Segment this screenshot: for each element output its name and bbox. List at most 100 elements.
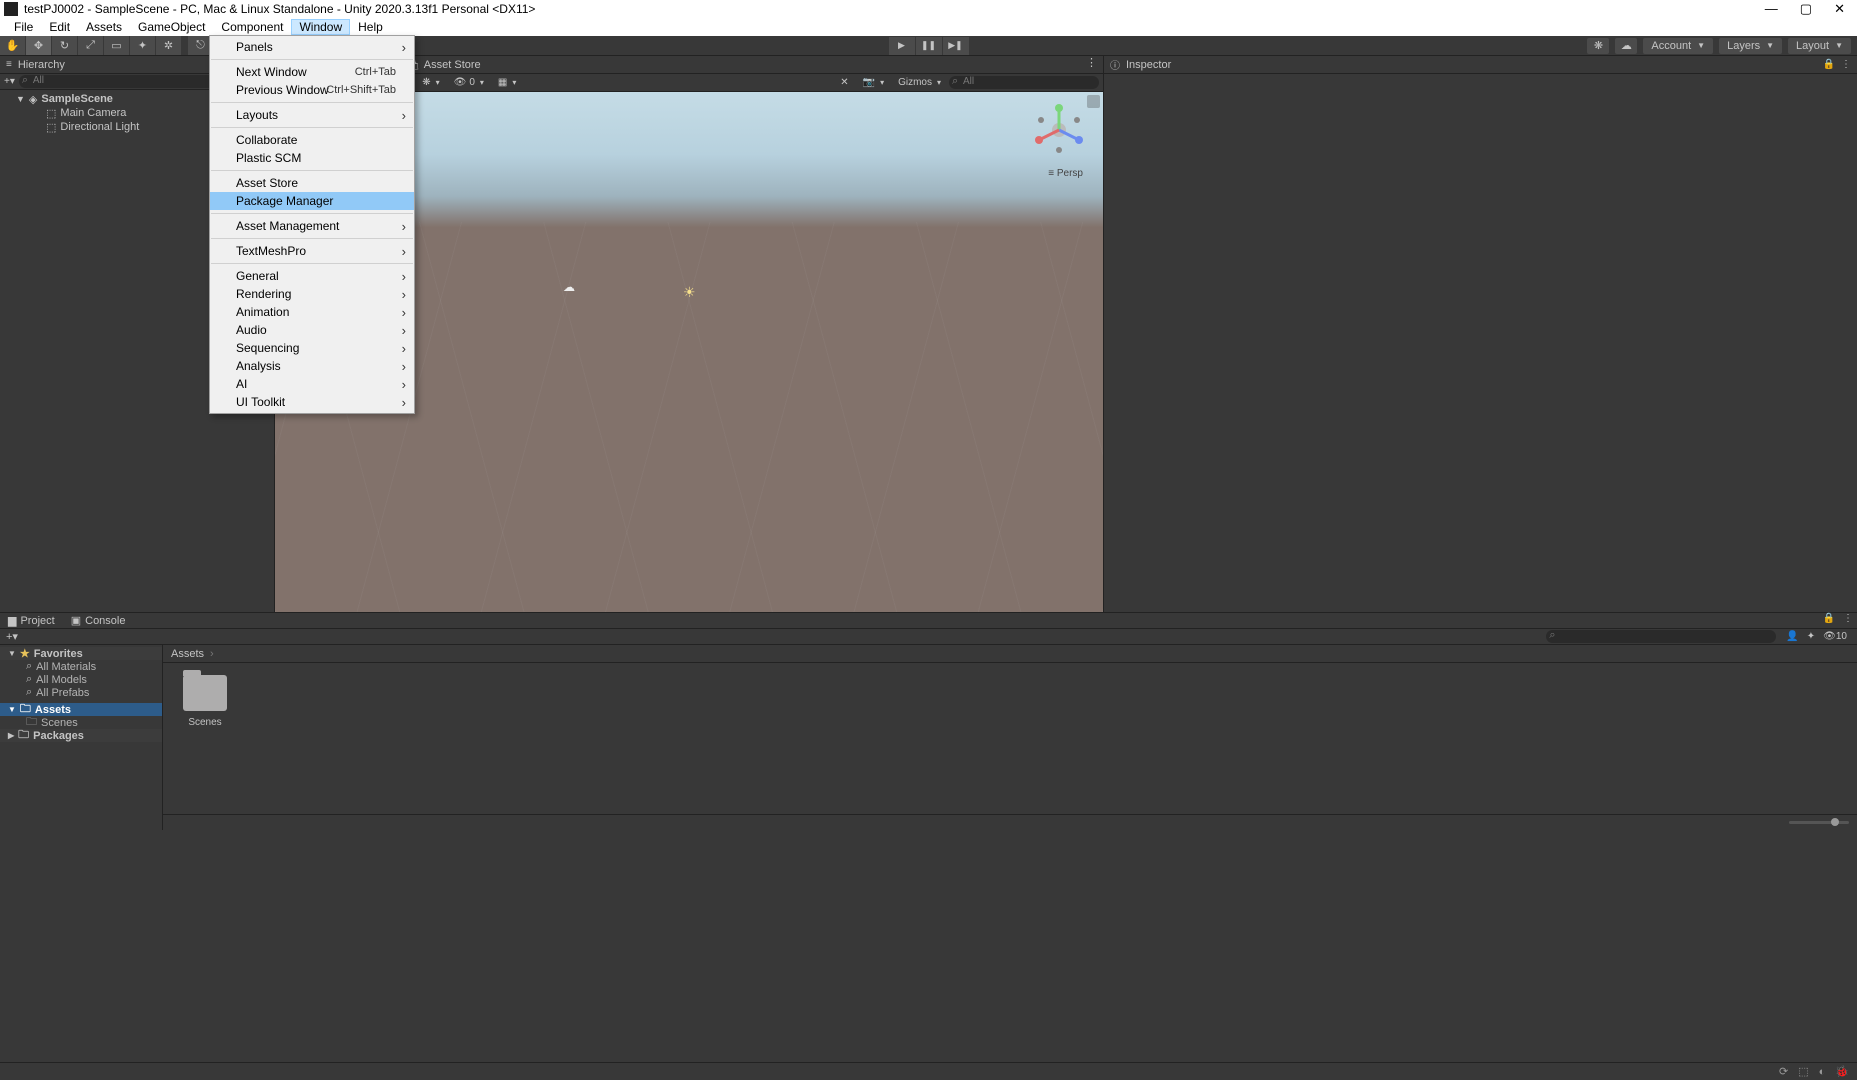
camera-dropdown-icon[interactable]: 📷 [857, 75, 890, 90]
grid-dropdown-icon[interactable]: ▦ [492, 75, 522, 90]
move-tool-icon[interactable]: ✥ [26, 36, 52, 55]
menu-item-next-window[interactable]: Next WindowCtrl+Tab [210, 63, 414, 81]
menu-item-ai[interactable]: AI [210, 375, 414, 393]
tab-console[interactable]: ▣Console [63, 613, 134, 628]
menu-item-ui-toolkit[interactable]: UI Toolkit [210, 393, 414, 411]
tools-icon[interactable]: ✕ [834, 75, 854, 90]
menu-item-plastic-scm[interactable]: Plastic SCM [210, 149, 414, 167]
menu-window[interactable]: Window [291, 19, 350, 35]
folder-label: Scenes [188, 717, 221, 728]
menu-item-package-manager[interactable]: Package Manager [210, 192, 414, 210]
packages-header[interactable]: ▶ 🗀 Packages [0, 729, 162, 742]
orientation-gizmo[interactable] [1031, 102, 1087, 158]
light-gizmo-icon[interactable]: ☀ [683, 284, 696, 301]
cube-icon: ⬚ [46, 107, 56, 120]
favorite-filter-icon[interactable]: ✦ [1803, 631, 1819, 642]
folder-icon [183, 675, 227, 711]
favorites-header[interactable]: ▼ ★ Favorites [0, 647, 162, 660]
gizmos-dropdown[interactable]: Gizmos [892, 75, 947, 90]
play-button[interactable]: ▶ [889, 37, 915, 55]
progress-icon[interactable]: ◐ [1819, 1066, 1826, 1078]
scale-tool-icon[interactable]: ⤢ [78, 36, 104, 55]
menu-item-collaborate[interactable]: Collaborate [210, 131, 414, 149]
panel-menu-icon[interactable]: ⋮ [1841, 59, 1851, 70]
minimize-icon[interactable]: — [1765, 1, 1778, 17]
icon-size-slider[interactable] [1789, 821, 1849, 824]
favorites-item[interactable]: ⌕ All Models [0, 673, 162, 686]
scene-search-input[interactable]: All [949, 76, 1099, 89]
maximize-icon[interactable]: ▢ [1800, 1, 1812, 17]
close-icon[interactable]: ✕ [1834, 1, 1845, 17]
menu-item-rendering[interactable]: Rendering [210, 285, 414, 303]
cache-server-icon[interactable]: ⬚ [1798, 1065, 1808, 1078]
project-search-input[interactable] [1546, 630, 1776, 643]
menu-item-panels[interactable]: Panels [210, 38, 414, 56]
camera-gizmo-icon[interactable]: ☁ [563, 280, 575, 294]
folder-icon: ▆ [8, 614, 16, 627]
window-menu-dropdown: Panels Next WindowCtrl+TabPrevious Window… [209, 35, 415, 414]
hand-tool-icon[interactable]: ✋ [0, 36, 26, 55]
hidden-toggle-icon[interactable]: 👁0 [448, 75, 490, 90]
gameobject-label: Main Camera [60, 107, 126, 119]
menu-item-textmeshpro[interactable]: TextMeshPro [210, 242, 414, 260]
create-dropdown[interactable]: +▾ [6, 630, 18, 643]
collab-icon[interactable]: ❋ [1587, 38, 1609, 54]
menu-item-asset-store[interactable]: Asset Store [210, 174, 414, 192]
pause-button[interactable]: ❚❚ [916, 37, 942, 55]
menu-item-sequencing[interactable]: Sequencing [210, 339, 414, 357]
menu-help[interactable]: Help [350, 19, 391, 35]
panel-menu-icon[interactable]: ⋮ [1080, 56, 1103, 73]
lock-icon[interactable]: 🔒 [1819, 613, 1839, 628]
assets-header[interactable]: ▼ 🗀 Assets [0, 703, 162, 716]
panel-menu-icon[interactable]: ⋮ [1839, 613, 1857, 628]
hidden-filter-icon[interactable]: 👁10 [1819, 631, 1851, 642]
rect-tool-icon[interactable]: ▭ [104, 36, 130, 55]
auto-refresh-icon[interactable]: ⟳ [1779, 1065, 1788, 1078]
account-dropdown[interactable]: Account▼ [1643, 38, 1713, 54]
favorites-item[interactable]: ⌕ All Materials [0, 660, 162, 673]
folder-item[interactable]: Scenes [175, 675, 235, 728]
menu-item-audio[interactable]: Audio [210, 321, 414, 339]
transform-tool-icon[interactable]: ✦ [130, 36, 156, 55]
filter-icon[interactable]: 👤 [1782, 631, 1802, 642]
asset-grid[interactable]: Scenes [163, 663, 1857, 814]
menu-file[interactable]: File [6, 19, 41, 35]
rotate-tool-icon[interactable]: ↻ [52, 36, 78, 55]
debug-mode-icon[interactable]: 🐞 [1835, 1065, 1849, 1078]
menu-item-asset-management[interactable]: Asset Management [210, 217, 414, 235]
menu-item-analysis[interactable]: Analysis [210, 357, 414, 375]
menu-item-general[interactable]: General [210, 267, 414, 285]
lock-icon[interactable]: 🔒 [1823, 59, 1835, 70]
step-button[interactable]: ▶❚ [943, 37, 969, 55]
inspector-panel: ⓘ Inspector 🔒 ⋮ [1103, 56, 1857, 612]
fx-dropdown-icon[interactable]: ❋ [416, 75, 445, 90]
console-icon: ▣ [71, 614, 81, 627]
inspector-title: Inspector [1126, 59, 1817, 71]
perspective-label[interactable]: ≡ Persp [1048, 168, 1083, 179]
foldout-icon[interactable]: ▼ [16, 94, 25, 104]
hierarchy-icon: ≡ [6, 59, 12, 70]
window-title: testPJ0002 - SampleScene - PC, Mac & Lin… [24, 2, 1765, 16]
breadcrumb[interactable]: Assets › [163, 645, 1857, 663]
window-titlebar: testPJ0002 - SampleScene - PC, Mac & Lin… [0, 0, 1857, 18]
menu-item-previous-window[interactable]: Previous WindowCtrl+Shift+Tab [210, 81, 414, 99]
scene-name: SampleScene [41, 93, 113, 105]
menubar: File Edit Assets GameObject Component Wi… [0, 18, 1857, 36]
favorites-item[interactable]: ⌕ All Prefabs [0, 686, 162, 699]
unity-logo-icon [4, 2, 18, 16]
gameobject-label: Directional Light [60, 121, 139, 133]
custom-tool-icon[interactable]: ✲ [156, 36, 182, 55]
menu-item-layouts[interactable]: Layouts [210, 106, 414, 124]
cloud-icon[interactable]: ☁ [1615, 38, 1637, 54]
scene-lock-icon[interactable] [1087, 95, 1100, 108]
layout-dropdown[interactable]: Layout▼ [1788, 38, 1851, 54]
menu-assets[interactable]: Assets [78, 19, 130, 35]
menu-item-animation[interactable]: Animation [210, 303, 414, 321]
menu-edit[interactable]: Edit [41, 19, 78, 35]
layers-dropdown[interactable]: Layers▼ [1719, 38, 1782, 54]
tab-project[interactable]: ▆Project [0, 613, 63, 628]
create-dropdown[interactable]: +▾ [4, 76, 15, 87]
project-panel: ▆Project ▣Console 🔒 ⋮ +▾ 👤 ✦ 👁10 ▼ ★ Fav… [0, 612, 1857, 830]
menu-component[interactable]: Component [213, 19, 291, 35]
menu-gameobject[interactable]: GameObject [130, 19, 213, 35]
